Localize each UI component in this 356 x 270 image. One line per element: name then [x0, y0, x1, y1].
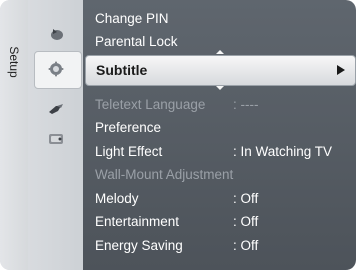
menu-item-label: Light Effect: [95, 144, 163, 159]
setup-gear-icon[interactable]: [47, 61, 65, 77]
menu-item-label: Change PIN: [95, 11, 169, 26]
menu-item-wall-mount-adjustment: Wall-Mount Adjustment: [95, 164, 350, 186]
tv-osd-menu: Setup Change PIN Parental Lock Subtitle …: [0, 0, 356, 270]
menu-item-value: : Off: [233, 191, 259, 206]
menu-item-light-effect[interactable]: Light Effect : In Watching TV: [95, 141, 350, 163]
scroll-down-icon: [216, 86, 224, 90]
menu-item-label: Entertainment: [95, 214, 180, 229]
menu-item-label: Preference: [95, 120, 162, 135]
menu-item-teletext-language: Teletext Language : ----: [95, 94, 350, 116]
menu-item-label: Energy Saving: [95, 238, 183, 253]
menu-icon-column: [28, 0, 83, 270]
application-icon[interactable]: [47, 131, 65, 147]
side-tab-setup[interactable]: Setup: [0, 0, 29, 270]
menu-item-energy-saving[interactable]: Energy Saving : Off: [95, 235, 350, 257]
menu-item-label: Parental Lock: [95, 34, 178, 49]
menu-item-label: Teletext Language: [95, 97, 206, 112]
menu-item-subtitle-selected[interactable]: Subtitle: [85, 55, 356, 86]
picture-icon[interactable]: [47, 26, 65, 42]
right-arrow-icon: [337, 65, 345, 75]
menu-item-value: : ----: [233, 97, 259, 112]
menu-item-change-pin[interactable]: Change PIN: [95, 8, 350, 30]
menu-item-label: Melody: [95, 191, 139, 206]
selected-item-label: Subtitle: [96, 62, 148, 78]
menu-item-value: : In Watching TV: [233, 144, 333, 159]
menu-panel: Change PIN Parental Lock Subtitle Telete…: [83, 0, 356, 270]
scroll-up-icon: [216, 50, 224, 54]
menu-item-entertainment[interactable]: Entertainment : Off: [95, 211, 350, 233]
menu-item-value: : Off: [233, 238, 259, 253]
menu-item-label: Wall-Mount Adjustment: [95, 167, 234, 182]
input-icon[interactable]: [47, 102, 65, 118]
menu-item-melody[interactable]: Melody : Off: [95, 188, 350, 210]
side-tab-label: Setup: [7, 46, 21, 78]
menu-item-value: : Off: [233, 214, 259, 229]
menu-item-preference[interactable]: Preference: [95, 117, 350, 139]
